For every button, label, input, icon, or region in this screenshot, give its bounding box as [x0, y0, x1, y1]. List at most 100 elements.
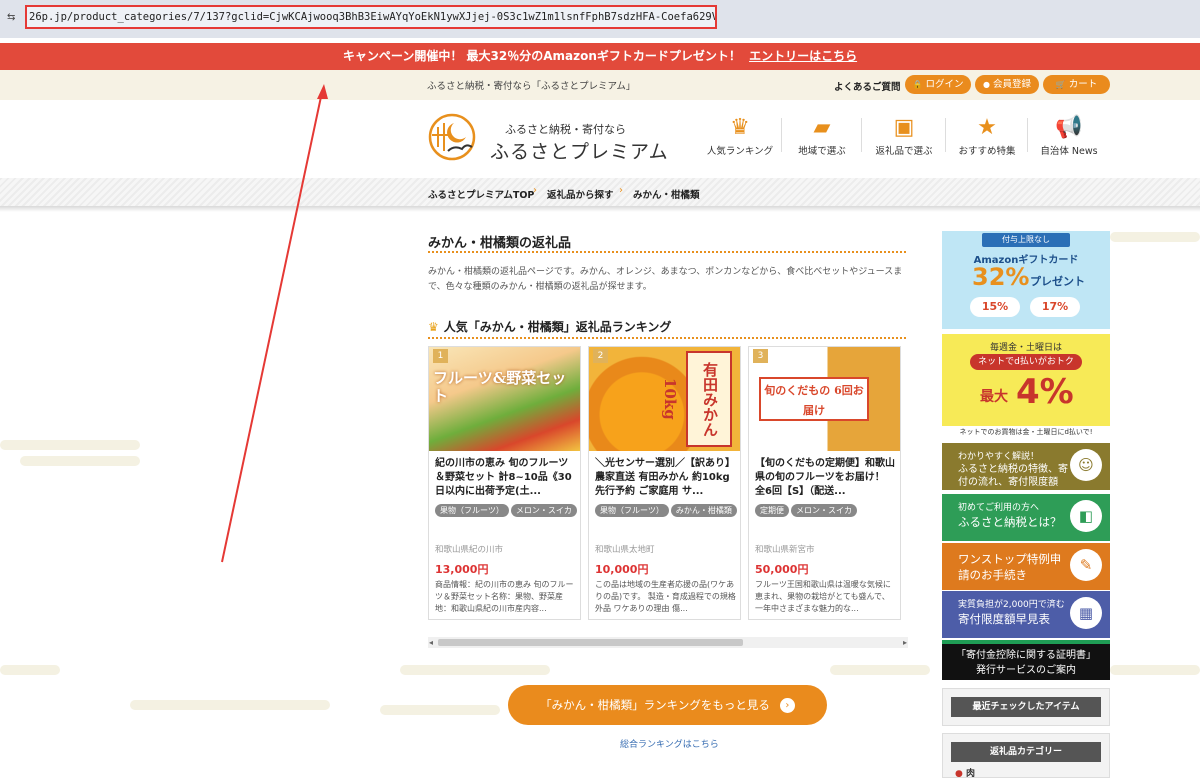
category-item-meat[interactable]: ● 肉 — [955, 766, 976, 778]
nav-region[interactable]: ▰ 地域で選ぶ — [788, 113, 856, 161]
logo-icon[interactable] — [428, 113, 476, 161]
login-button[interactable]: 🔒 ログイン — [905, 75, 971, 94]
product-price: 50,000円 — [755, 563, 809, 576]
sidebar-onestop-banner[interactable]: ワンストップ特例申請のお手続き ✎ — [942, 543, 1110, 590]
banner-title: 「寄付金控除に関する証明書」 — [956, 650, 1096, 661]
sidebar-limit-banner[interactable]: 実質負担が2,000円で済む 寄付限度額早見表 ▦ — [942, 591, 1110, 638]
product-prefecture: 和歌山県太地町 — [595, 545, 655, 555]
crown-icon: ♛ — [428, 320, 439, 334]
category-box: 返礼品カテゴリー ● 肉 — [942, 733, 1110, 778]
cart-button[interactable]: 🛒 カート — [1043, 75, 1110, 94]
cloud-decoration — [0, 665, 60, 675]
divider — [428, 251, 908, 253]
url-field[interactable]: 26p.jp/product_categories/7/137?gclid=Cj… — [25, 5, 717, 29]
cloud-decoration — [400, 665, 550, 675]
category-heading: 返礼品カテゴリー — [951, 742, 1101, 762]
nav-separator — [781, 118, 782, 152]
tag-list: 果物（フルーツ） みかん・柑橘類 — [595, 503, 740, 517]
sidebar-certificate-banner[interactable]: 「寄付金控除に関する証明書」 発行サービスのご案内 — [942, 640, 1110, 680]
chevron-right-icon: › — [533, 185, 537, 196]
banner-rate-b: 17% — [1030, 297, 1080, 317]
beginner-icon: ◧ — [1070, 500, 1102, 532]
sidebar-guide-banner[interactable]: わかりやすく解説！ ふるさと納税の特徴、寄付の流れ、寄付限度額 ☺ — [942, 443, 1110, 490]
register-button[interactable]: ● 会員登録 — [975, 75, 1039, 94]
product-card[interactable]: 有田みかん 10kg 2 ＼光センサー選別／【訳あり】農家直送 有田みかん 約1… — [588, 346, 741, 620]
tag[interactable]: 定期便 — [755, 504, 789, 517]
product-image[interactable]: 有田みかん 10kg — [589, 347, 740, 451]
cart-icon: 🛒 — [1055, 80, 1066, 89]
recent-items-box: 最近チェックしたアイテム — [942, 688, 1110, 726]
cloud-decoration — [0, 440, 140, 450]
more-ranking-button[interactable]: 「みかん・柑橘類」ランキングをもっと見る › — [508, 685, 827, 725]
campaign-entry-link[interactable]: エントリーはこちら — [749, 49, 857, 63]
divider — [0, 206, 1200, 212]
product-card[interactable]: フルーツ&野菜セット 1 紀の川市の恵み 旬のフルーツ＆野菜セット 計8~10品… — [428, 346, 581, 620]
product-image[interactable]: 旬のくだもの 6回お届け — [749, 347, 900, 451]
cloud-decoration — [1110, 232, 1200, 242]
product-title[interactable]: ＼光センサー選別／【訳あり】農家直送 有田みかん 約10kg 先行予約 ご家庭用… — [595, 457, 737, 499]
nav-featured[interactable]: ★ おすすめ特集 — [952, 113, 1022, 161]
cloud-decoration — [380, 705, 500, 715]
nav-news[interactable]: 📢 自治体 News — [1034, 113, 1104, 161]
tune-icon[interactable]: ⇆ — [7, 12, 19, 24]
ranking-title-text: 人気「みかん・柑橘類」返礼品ランキング — [443, 320, 672, 334]
banner-prefix: 最大 — [980, 389, 1008, 405]
rank-badge: 1 — [433, 349, 448, 363]
product-image-caption: フルーツ&野菜セット — [433, 369, 567, 405]
banner-footer: ネットでのお買物は金・土曜日にd払いで! — [942, 426, 1110, 439]
product-image[interactable]: フルーツ&野菜セット — [429, 347, 580, 451]
all-ranking-link[interactable]: 総合ランキングはこちら — [620, 737, 719, 750]
nav-gift[interactable]: ▣ 返礼品で選ぶ — [868, 113, 940, 161]
product-description: 商品情報：紀の川市の恵み 旬のフルーツ＆野菜セット名称：果物、野菜産地：和歌山県… — [435, 580, 574, 613]
banner-subtitle: 発行サービスのご案内 — [976, 665, 1076, 676]
product-price: 13,000円 — [435, 563, 489, 576]
breadcrumb-top[interactable]: ふるさとプレミアムTOP — [428, 187, 534, 201]
banner-subtitle: プレゼント — [1030, 275, 1085, 288]
scroll-left-icon[interactable]: ◂ — [429, 637, 433, 648]
rank-badge: 2 — [593, 349, 608, 363]
gift-icon: ▣ — [893, 115, 915, 140]
sidebar-beginner-banner[interactable]: 初めてご利用の方へ ふるさと納税とは？ ◧ — [942, 494, 1110, 541]
nav-ranking[interactable]: ♛ 人気ランキング — [704, 113, 776, 161]
banner-percent: 32% — [972, 263, 1030, 291]
amazon-campaign-banner[interactable]: 付与上限なし Amazonギフトカード 32% プレゼント 15% 17% — [942, 231, 1110, 329]
dpay-campaign-banner[interactable]: 毎週金・土曜日は ネットでd払いがおトク 最大 4% ネットでのお買物は金・土曜… — [942, 334, 1110, 439]
product-title[interactable]: 【旬のくだもの定期便】和歌山県の旬のフルーツをお届け！ 全6回【S】（配送... — [755, 457, 897, 499]
nav-label: 人気ランキング — [706, 146, 774, 157]
breadcrumb-search[interactable]: 返礼品から探す — [547, 187, 614, 201]
logo-title[interactable]: ふるさとプレミアム — [490, 137, 669, 164]
site-tagline: ふるさと納税・寄付なら「ふるさとプレミアム」 — [427, 81, 636, 92]
product-description: この品は地域の生産者応援の品(ワケありの品)です。 製造・育成過程での規格外品 … — [595, 580, 736, 613]
tag[interactable]: メロン・スイカ — [510, 504, 577, 517]
tag-list: 果物（フルーツ） メロン・スイカ — [435, 503, 580, 517]
recent-items-heading[interactable]: 最近チェックしたアイテム — [951, 697, 1101, 717]
login-label: ログイン — [925, 79, 964, 90]
scrollbar-thumb[interactable] — [438, 639, 743, 646]
banner-percent: 4% — [1016, 372, 1074, 412]
horizontal-scrollbar[interactable]: ◂ ▸ — [428, 637, 908, 648]
cloud-decoration — [20, 456, 140, 466]
banner-kicker: 初めてご利用の方へ — [958, 503, 1040, 513]
scroll-right-icon[interactable]: ▸ — [903, 637, 907, 648]
calculator-icon: ▦ — [1070, 597, 1102, 629]
browser-address-bar: ⇆ 26p.jp/product_categories/7/137?gclid=… — [0, 0, 1200, 38]
banner-kicker: わかりやすく解説！ — [958, 452, 1040, 462]
nav-label: 返礼品で選ぶ — [875, 146, 933, 157]
banner-title: ワンストップ特例申請のお手続き — [958, 552, 1062, 582]
faq-link[interactable]: よくあるご質問 — [834, 79, 901, 93]
tag[interactable]: 果物（フルーツ） — [435, 504, 509, 517]
nav-separator — [945, 118, 946, 152]
product-card[interactable]: 旬のくだもの 6回お届け 3 【旬のくだもの定期便】和歌山県の旬のフルーツをお届… — [748, 346, 901, 620]
product-title[interactable]: 紀の川市の恵み 旬のフルーツ＆野菜セット 計8~10品《30日以内に出荷予定(土… — [435, 457, 577, 499]
banner-title: ふるさと納税の特徴、寄付の流れ、寄付限度額 — [958, 464, 1068, 488]
banner-tag: 毎週金・土曜日は — [989, 343, 1062, 353]
cart-label: カート — [1068, 79, 1098, 90]
tag[interactable]: みかん・柑橘類 — [670, 504, 737, 517]
chevron-right-icon: › — [779, 698, 795, 713]
tag[interactable]: 果物（フルーツ） — [595, 504, 669, 517]
product-description: フルーツ王国和歌山県は温暖な気候に恵まれ、果物の栽培がとても盛んで、一年中さまざ… — [755, 580, 891, 613]
tag[interactable]: メロン・スイカ — [791, 504, 857, 517]
category-item-label: 肉 — [966, 769, 976, 778]
breadcrumb-current: みかん・柑橘類 — [633, 190, 700, 201]
user-icon: ● — [983, 80, 990, 89]
